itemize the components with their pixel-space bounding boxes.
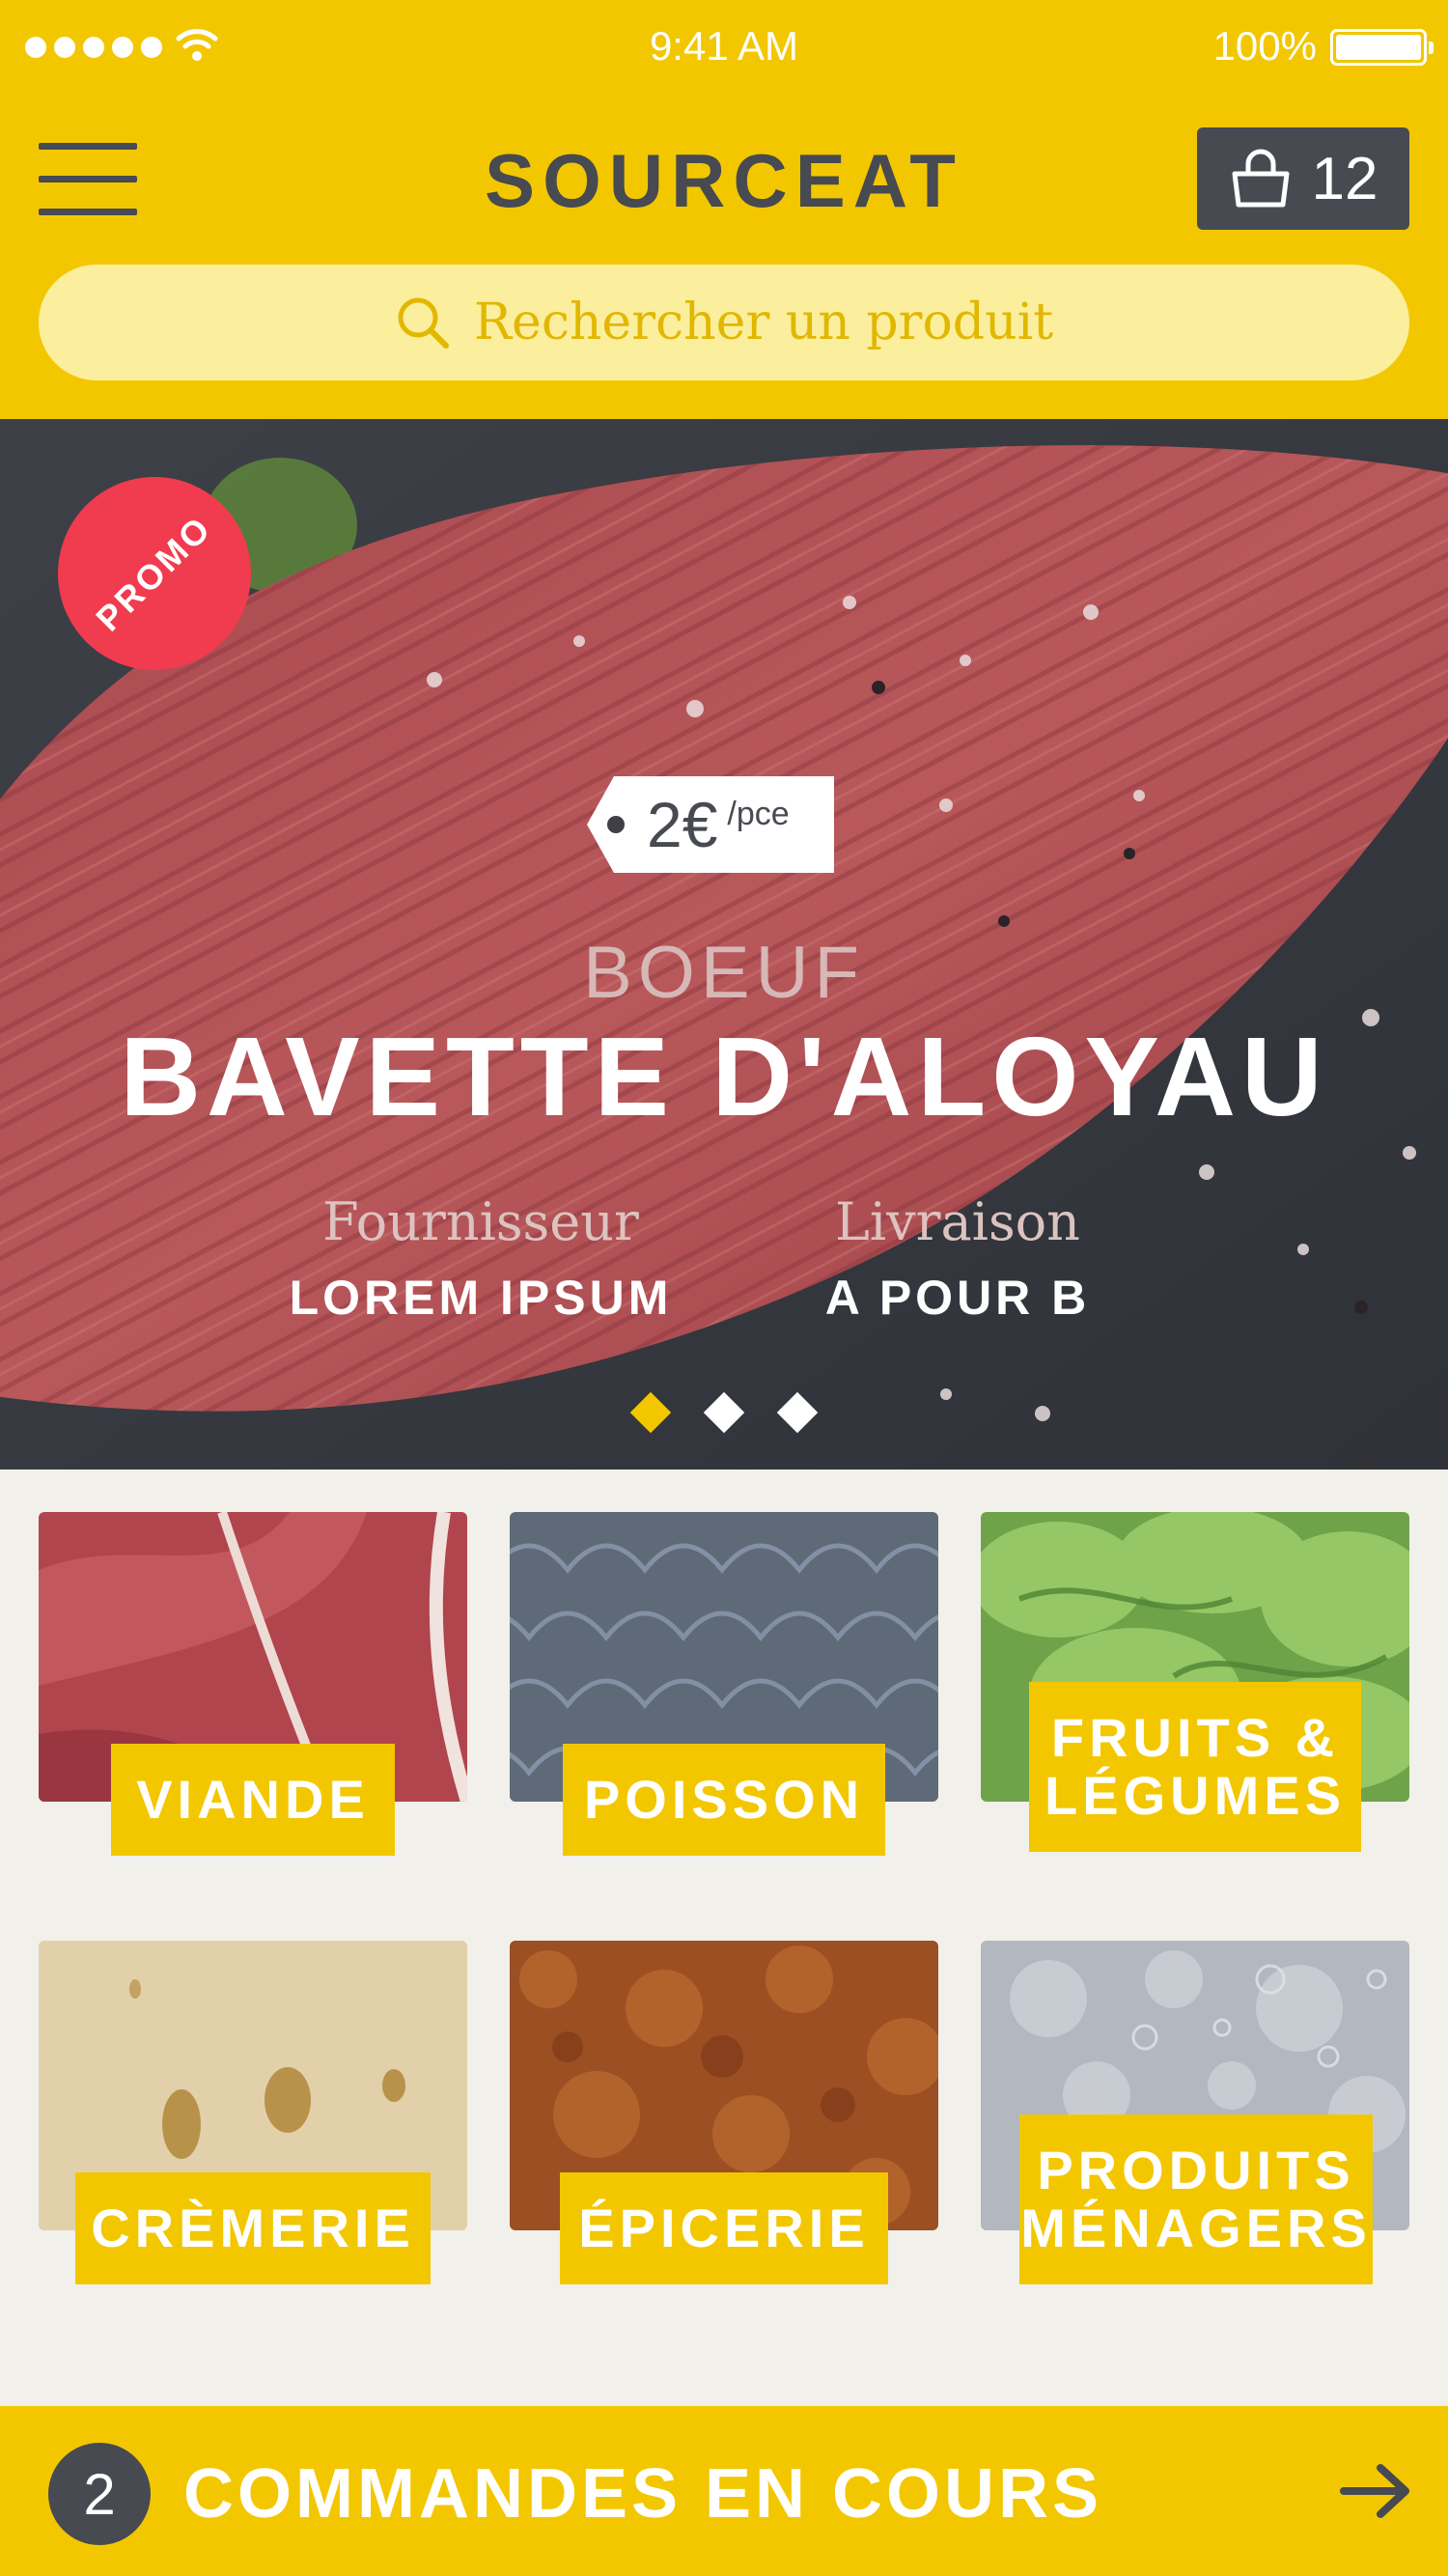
promo-badge: PROMO [58, 477, 251, 670]
category-label-fruits-legumes: FRUITS & LÉGUMES [1029, 1682, 1361, 1852]
orders-label: COMMANDES EN COURS [183, 2455, 1103, 2533]
search-icon [398, 297, 449, 349]
category-tile-epicerie[interactable]: ÉPICERIE [510, 1941, 938, 2284]
supplier-label: Fournisseur [322, 1191, 639, 1252]
cart-count: 12 [1311, 145, 1378, 212]
delivery-info: Livraison A POUR B [716, 1191, 1199, 1326]
shopping-bag-icon [1232, 149, 1290, 208]
arrow-right-icon [1340, 2464, 1409, 2518]
orders-count-badge: 2 [48, 2443, 151, 2545]
battery-icon [1330, 29, 1434, 66]
category-tile-viande[interactable]: VIANDE [39, 1512, 467, 1856]
supplier-value: LOREM IPSUM [289, 1271, 673, 1325]
featured-product-carousel[interactable]: PROMO 2€ /pce BOEUF BAVETTE D'ALOYAU Fou… [0, 419, 1448, 1470]
carousel-dot[interactable] [776, 1391, 819, 1434]
status-bar: 9:41 AM 100% [0, 0, 1448, 97]
category-label-poisson: POISSON [563, 1744, 885, 1856]
search-placeholder: Rechercher un produit [473, 294, 1054, 351]
current-orders-bar[interactable]: 2 COMMANDES EN COURS [0, 2406, 1448, 2576]
promo-badge-label: PROMO [88, 507, 220, 639]
product-title: BAVETTE D'ALOYAU [120, 1014, 1328, 1139]
category-label-cremerie: CRÈMERIE [75, 2172, 431, 2284]
category-tile-poisson[interactable]: POISSON [510, 1512, 938, 1856]
delivery-label: Livraison [835, 1191, 1080, 1252]
search-input[interactable]: Rechercher un produit [39, 265, 1409, 380]
product-category: BOEUF [583, 932, 865, 1014]
category-tile-cremerie[interactable]: CRÈMERIE [39, 1941, 467, 2284]
supplier-info: Fournisseur LOREM IPSUM [239, 1191, 722, 1326]
category-label-produits-menagers: PRODUITS MÉNAGERS [1019, 2114, 1373, 2284]
app-header: 9:41 AM 100% SOURCEAT 12 Rechercher un p… [0, 0, 1448, 419]
price-unit: /pce [727, 796, 790, 832]
category-label-viande: VIANDE [111, 1744, 395, 1856]
price-value: 2€ [647, 789, 718, 860]
price-tag: 2€ /pce [587, 776, 834, 873]
category-tile-fruits-legumes[interactable]: FRUITS & LÉGUMES [981, 1512, 1409, 1852]
battery-percentage: 100% [1212, 23, 1317, 69]
carousel-pagination [0, 1391, 1448, 1434]
carousel-dot[interactable] [629, 1391, 672, 1434]
category-tile-produits-menagers[interactable]: PRODUITS MÉNAGERS [981, 1941, 1409, 2284]
carousel-dot[interactable] [703, 1391, 745, 1434]
delivery-value: A POUR B [824, 1271, 1091, 1325]
category-label-epicerie: ÉPICERIE [560, 2172, 888, 2284]
cart-button[interactable]: 12 [1197, 127, 1409, 230]
